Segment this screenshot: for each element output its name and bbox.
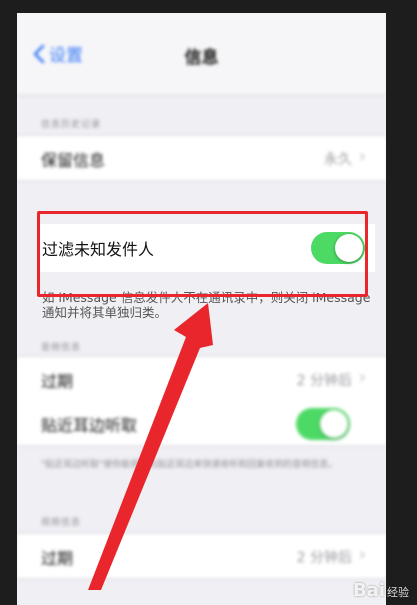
watermark-logo: Bai 经验 [353, 580, 409, 601]
annotation-arrow-icon [88, 303, 213, 590]
watermark-sub: 经验 [387, 586, 409, 599]
watermark-brand: Bai [352, 580, 385, 601]
